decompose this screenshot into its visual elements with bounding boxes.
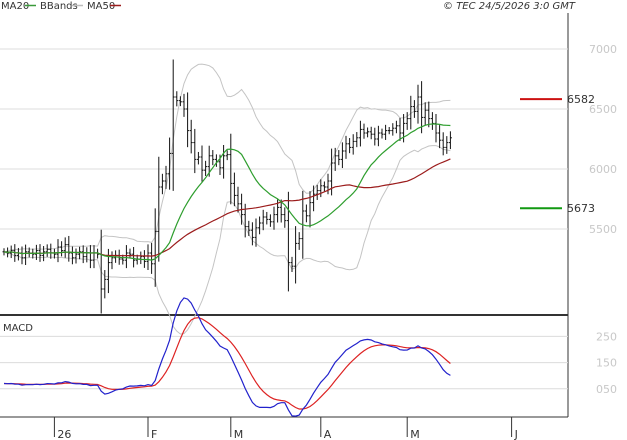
x-tick-label: M	[234, 428, 244, 440]
x-tick-label: J	[514, 428, 518, 440]
legend-ma20-label: MA20	[1, 1, 29, 12]
macd-title: MACD	[3, 323, 33, 334]
level-label: 5673	[567, 202, 595, 215]
macd-tick-label: 050	[596, 383, 617, 396]
price-tick-label: 5500	[589, 223, 617, 236]
legend: MA20 BBands MA50	[1, 1, 121, 12]
copyright-text: © TEC 24/5/2026 3:0 GMT	[443, 1, 576, 12]
macd-tick-labels: 250 150 050	[596, 330, 617, 395]
chart-canvas: 65825673 7000650060005500 250150050 26 F M…	[0, 1, 617, 440]
price-tick-label: 6000	[589, 163, 617, 176]
x-tick-label: F	[151, 428, 157, 440]
x-tick-label: M	[410, 428, 420, 440]
x-tick-label: A	[324, 428, 332, 440]
legend-bbands-label: BBands	[40, 1, 78, 12]
price-panel	[0, 13, 568, 313]
price-tick-label: 7000	[589, 43, 617, 56]
macd-signal-line	[3, 317, 451, 410]
macd-tick-label: 150	[596, 357, 617, 370]
legend-ma50-label: MA50	[87, 1, 115, 12]
x-tick-labels: 26 F M A M J	[53, 417, 518, 440]
macd-gridlines	[0, 335, 568, 390]
price-tick-label: 6500	[589, 103, 617, 116]
macd-tick-label: 250	[596, 330, 617, 343]
x-tick-label: 26	[57, 428, 71, 440]
